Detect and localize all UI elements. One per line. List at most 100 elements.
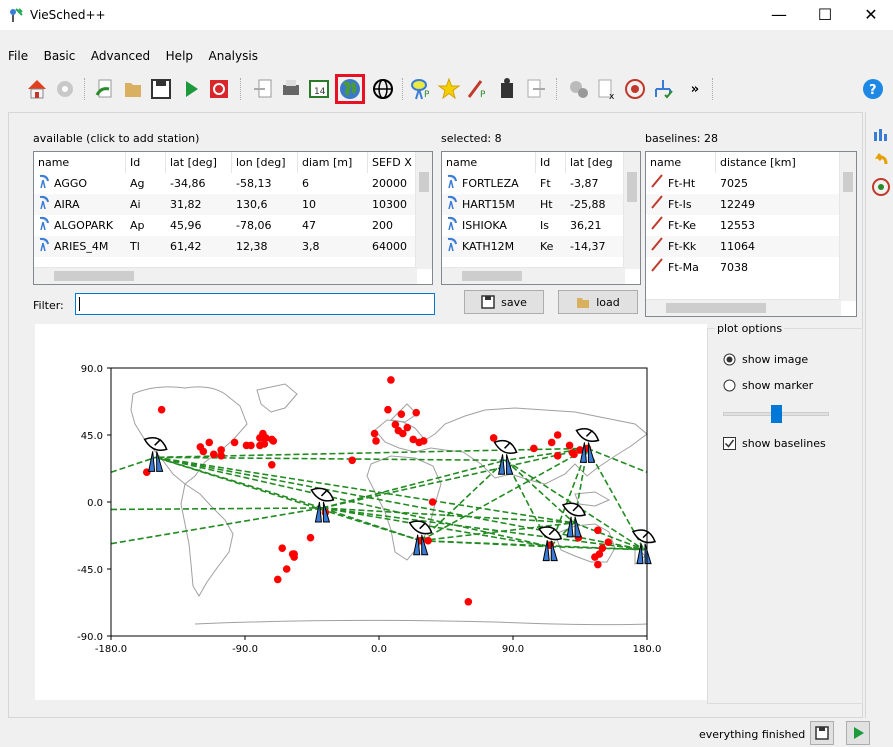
run-icon[interactable] bbox=[178, 76, 204, 102]
table-row[interactable]: AGGO Ag -34,86 -58,13 6 20000 bbox=[34, 173, 432, 194]
globe-grid-icon[interactable] bbox=[370, 76, 396, 102]
menu-help[interactable]: Help bbox=[166, 49, 193, 63]
map-canvas[interactable]: 90.045.00.0-45.0-90.0-180.0 -90.0 0.0 90.0 1… bbox=[35, 324, 707, 700]
station-marker[interactable] bbox=[530, 444, 538, 453]
gear-icon[interactable] bbox=[52, 76, 78, 102]
station-marker[interactable] bbox=[230, 438, 239, 447]
table-row[interactable]: Ft-Kk 11064 bbox=[646, 236, 856, 257]
station-marker[interactable] bbox=[387, 376, 395, 384]
available-vscroll[interactable] bbox=[415, 152, 432, 269]
rules-icon[interactable] bbox=[494, 76, 520, 102]
station-marker[interactable] bbox=[565, 441, 574, 450]
printer-icon[interactable] bbox=[278, 76, 304, 102]
station-marker[interactable] bbox=[553, 452, 562, 460]
station-marker[interactable] bbox=[419, 437, 428, 445]
calendar-icon[interactable]: 14 bbox=[306, 76, 332, 102]
station-marker[interactable] bbox=[547, 438, 556, 447]
undo-icon[interactable] bbox=[872, 152, 890, 171]
station-marker[interactable] bbox=[348, 456, 357, 465]
minimize-button[interactable]: — bbox=[756, 0, 802, 30]
show-image-radio[interactable]: show image bbox=[723, 353, 808, 366]
table-row[interactable]: HART15M Ht -25,88 bbox=[442, 194, 640, 215]
selected-vscroll[interactable] bbox=[623, 152, 640, 269]
load-button[interactable]: load bbox=[558, 290, 638, 314]
table-row[interactable]: FORTLEZA Ft -3,87 bbox=[442, 173, 640, 194]
world-map-icon[interactable] bbox=[335, 74, 365, 104]
menu-advanced[interactable]: Advanced bbox=[91, 49, 150, 63]
save-icon[interactable] bbox=[148, 76, 174, 102]
table-row[interactable]: Ft-Ke 12553 bbox=[646, 215, 856, 236]
selected-table[interactable]: name Id lat [deg FORTLEZA Ft -3,87 HART15M H… bbox=[441, 151, 641, 285]
station-marker[interactable] bbox=[278, 544, 287, 552]
menu-file[interactable]: File bbox=[8, 49, 28, 63]
col-id[interactable]: Id bbox=[536, 152, 566, 173]
baselines-table[interactable]: name distance [km] Ft-Ht 7025 Ft-Is 12249 Ft… bbox=[645, 151, 857, 317]
station-marker[interactable] bbox=[594, 526, 602, 535]
menu-basic[interactable]: Basic bbox=[44, 49, 76, 63]
baselines-vscroll[interactable] bbox=[839, 152, 856, 301]
station-marker[interactable] bbox=[403, 423, 412, 432]
table-row[interactable]: AIRA Ai 31,82 130,6 10 10300 bbox=[34, 194, 432, 215]
station-marker[interactable] bbox=[205, 438, 214, 447]
station-marker[interactable] bbox=[370, 429, 379, 438]
status-save-button[interactable] bbox=[810, 721, 834, 745]
station-marker[interactable] bbox=[424, 536, 432, 545]
show-baselines-checkbox[interactable]: show baselines bbox=[723, 437, 826, 450]
home-icon[interactable] bbox=[24, 76, 50, 102]
filter-input[interactable] bbox=[75, 293, 435, 315]
multi-sched-icon[interactable]: x bbox=[594, 76, 620, 102]
maximize-button[interactable]: ☐ bbox=[802, 0, 848, 30]
station-marker[interactable] bbox=[594, 560, 602, 569]
world-map-plot[interactable]: 90.0 45.0 0.0 -45.0 -90.0 -180.0 -90.0 0.0 90.0 1… bbox=[35, 324, 707, 700]
selected-hscroll[interactable] bbox=[442, 267, 625, 284]
station-marker[interactable] bbox=[397, 410, 406, 418]
status-run-button[interactable] bbox=[846, 721, 870, 745]
show-marker-radio[interactable]: show marker bbox=[723, 379, 813, 392]
stop-icon[interactable] bbox=[206, 76, 232, 102]
table-row[interactable]: Ft-Is 12249 bbox=[646, 194, 856, 215]
baseline-icon[interactable]: P bbox=[464, 76, 490, 102]
available-table[interactable]: name Id lat [deg] lon [deg] diam [m] SEF… bbox=[33, 151, 433, 285]
col-lat[interactable]: lat [deg] bbox=[166, 152, 232, 173]
available-hscroll[interactable] bbox=[34, 267, 417, 284]
station-marker[interactable] bbox=[372, 437, 380, 445]
save-button[interactable]: save bbox=[464, 290, 544, 314]
network-check-icon[interactable] bbox=[650, 76, 676, 102]
station-marker[interactable] bbox=[273, 575, 282, 584]
toolbar-overflow[interactable]: » bbox=[682, 76, 708, 102]
help-icon[interactable]: ? bbox=[860, 76, 886, 102]
station-marker[interactable] bbox=[247, 441, 255, 450]
source-icon[interactable] bbox=[436, 76, 462, 102]
sky-coverage-icon[interactable] bbox=[872, 178, 890, 199]
col-sefd[interactable]: SEFD X bbox=[368, 152, 417, 173]
station-marker[interactable] bbox=[282, 565, 291, 573]
station-marker[interactable] bbox=[428, 498, 437, 506]
station-marker[interactable] bbox=[464, 597, 473, 606]
table-row[interactable]: Ft-Ht 7025 bbox=[646, 173, 856, 194]
station-marker[interactable] bbox=[157, 405, 166, 414]
col-name[interactable]: name bbox=[646, 152, 716, 173]
col-lat[interactable]: lat [deg bbox=[566, 152, 625, 173]
baselines-hscroll[interactable] bbox=[646, 299, 841, 316]
table-row[interactable]: ARIES_4M Tl 61,42 12,38 3,8 64000 bbox=[34, 236, 432, 257]
station-marker[interactable] bbox=[595, 550, 604, 558]
station-marker[interactable] bbox=[553, 431, 562, 439]
station-marker[interactable] bbox=[199, 447, 208, 456]
menu-analysis[interactable]: Analysis bbox=[209, 49, 258, 63]
station-marker[interactable] bbox=[604, 538, 613, 546]
col-distance[interactable]: distance [km] bbox=[716, 152, 841, 173]
chart-icon[interactable] bbox=[872, 126, 890, 145]
close-button[interactable]: ✕ bbox=[848, 0, 893, 30]
settings-gears-icon[interactable] bbox=[566, 76, 592, 102]
station-marker[interactable] bbox=[384, 405, 392, 414]
station-marker[interactable] bbox=[217, 452, 225, 460]
station-marker[interactable] bbox=[412, 408, 421, 417]
table-row[interactable]: ALGOPARK Ap 45,96 -78,06 47 200 bbox=[34, 215, 432, 236]
station-marker[interactable] bbox=[306, 533, 315, 542]
station-marker[interactable] bbox=[209, 450, 218, 459]
marker-size-slider[interactable] bbox=[723, 405, 829, 423]
station-icon[interactable]: P bbox=[408, 76, 434, 102]
slider-thumb[interactable] bbox=[770, 405, 782, 423]
open-folder-icon[interactable] bbox=[120, 76, 146, 102]
target-icon[interactable] bbox=[622, 76, 648, 102]
